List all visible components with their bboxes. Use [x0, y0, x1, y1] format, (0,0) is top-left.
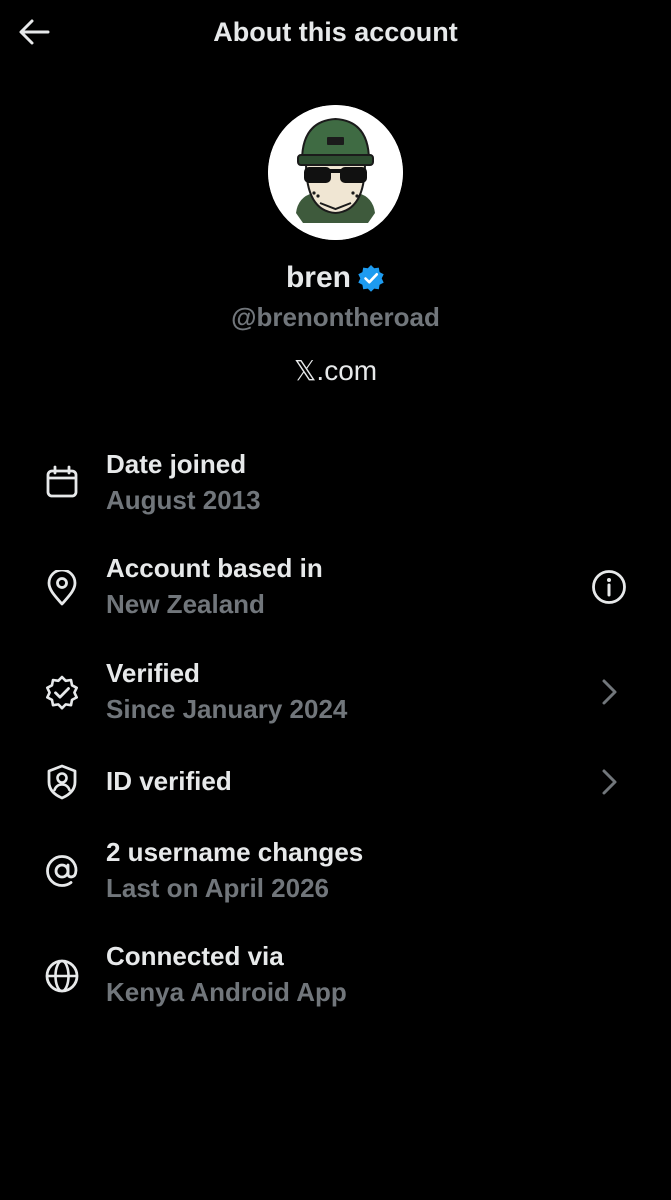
detail-subtitle: Kenya Android App	[106, 977, 347, 1007]
chevron-right-icon	[589, 672, 629, 712]
info-icon	[592, 570, 626, 604]
detail-row-username-changes: 2 username changes Last on April 2026	[0, 834, 671, 924]
verified-badge-icon	[358, 265, 384, 292]
detail-row-verified[interactable]: Verified Since January 2024	[0, 655, 671, 745]
detail-subtitle: New Zealand	[106, 589, 265, 619]
info-button[interactable]	[589, 567, 629, 607]
detail-title: Connected via	[106, 941, 284, 971]
at-sign-icon	[42, 851, 82, 891]
detail-title: Verified	[106, 658, 200, 688]
detail-row-account-based-in: Account based in New Zealand	[0, 550, 671, 640]
detail-row-connected-via: Connected via Kenya Android App	[0, 938, 671, 1028]
display-name-row: bren	[0, 258, 671, 298]
detail-subtitle: August 2013	[106, 485, 261, 515]
detail-row-date-joined: Date joined August 2013	[0, 446, 671, 536]
detail-subtitle: Last on April 2026	[106, 873, 329, 903]
detail-title: 2 username changes	[106, 837, 364, 867]
detail-title: Date joined	[106, 449, 247, 479]
detail-subtitle: Since January 2024	[106, 694, 348, 724]
avatar-cap-sunglasses-image	[268, 105, 403, 240]
chevron-right-icon	[589, 762, 629, 802]
globe-icon	[42, 956, 82, 996]
detail-title: ID verified	[106, 766, 232, 796]
location-pin-icon	[42, 568, 82, 608]
avatar[interactable]	[268, 105, 403, 240]
id-shield-icon	[42, 762, 82, 802]
detail-title: Account based in	[106, 553, 323, 583]
source-label: 𝕏.com	[293, 355, 378, 386]
page-title: About this account	[213, 17, 458, 47]
username-handle: @brenontheroad	[231, 302, 440, 332]
top-bar: About this account	[0, 0, 671, 66]
calendar-icon	[42, 462, 82, 502]
display-name: bren	[285, 261, 351, 294]
verified-check-icon	[42, 673, 82, 713]
